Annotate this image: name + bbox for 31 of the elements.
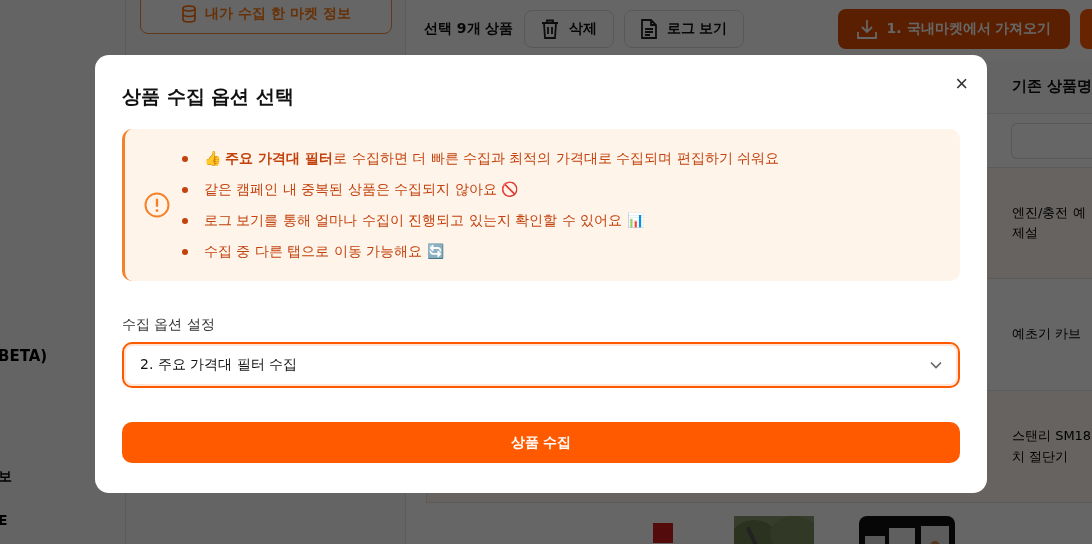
market-info-button[interactable]: 내가 수집 한 마켓 정보 bbox=[140, 0, 392, 34]
column-header: 기존 상품명 bbox=[1012, 77, 1092, 96]
sidebar-item[interactable]: BETA) bbox=[0, 347, 48, 365]
download-icon bbox=[856, 19, 877, 39]
info-note: 같은 캠페인 내 중복된 상품은 수집되지 않아요 🚫 bbox=[204, 180, 519, 199]
info-note: 로그 보기를 통해 얼마나 수집이 진행되고 있는지 확인할 수 있어요 📊 bbox=[204, 211, 644, 230]
log-button[interactable]: 로그 보기 bbox=[623, 10, 745, 48]
chevron-down-icon bbox=[930, 361, 942, 369]
option-select[interactable]: 2. 주요 가격대 필터 수집 bbox=[122, 342, 960, 388]
document-icon bbox=[640, 19, 657, 39]
info-note: 👍 주요 가격대 필터로 수집하면 더 빠른 수집과 최적의 가격대로 수집되며 편집하기 쉬워요 bbox=[204, 149, 780, 168]
warning-icon bbox=[144, 192, 170, 218]
close-button[interactable]: × bbox=[953, 73, 970, 95]
sidebar-item[interactable]: E bbox=[0, 512, 8, 528]
bullet-icon bbox=[182, 155, 188, 162]
database-icon bbox=[181, 5, 198, 23]
field-label: 수집 옵션 설정 bbox=[122, 316, 216, 334]
bullet-icon bbox=[182, 248, 188, 255]
delete-button[interactable]: 삭제 bbox=[523, 10, 614, 48]
trash-icon bbox=[540, 19, 559, 39]
bullet-icon bbox=[182, 186, 188, 193]
product-name: 스탠리 SM18 치 절단기 bbox=[1012, 427, 1092, 466]
dialog-title: 상품 수집 옵션 선택 bbox=[122, 84, 294, 109]
collect-button[interactable]: 상품 수집 bbox=[122, 422, 960, 463]
product-name: 예초기 카브 bbox=[1012, 325, 1083, 344]
action-button[interactable] bbox=[1080, 9, 1092, 49]
import-button[interactable]: 1. 국내마켓에서 가져오기 bbox=[838, 9, 1070, 49]
info-note: 수집 중 다른 탭으로 이동 가능해요 🔄 bbox=[204, 242, 444, 261]
product-name: 엔진/충전 예 제설 bbox=[1012, 203, 1087, 242]
bullet-icon bbox=[182, 217, 188, 224]
selection-count: 선택 9개 상품 bbox=[424, 20, 514, 38]
